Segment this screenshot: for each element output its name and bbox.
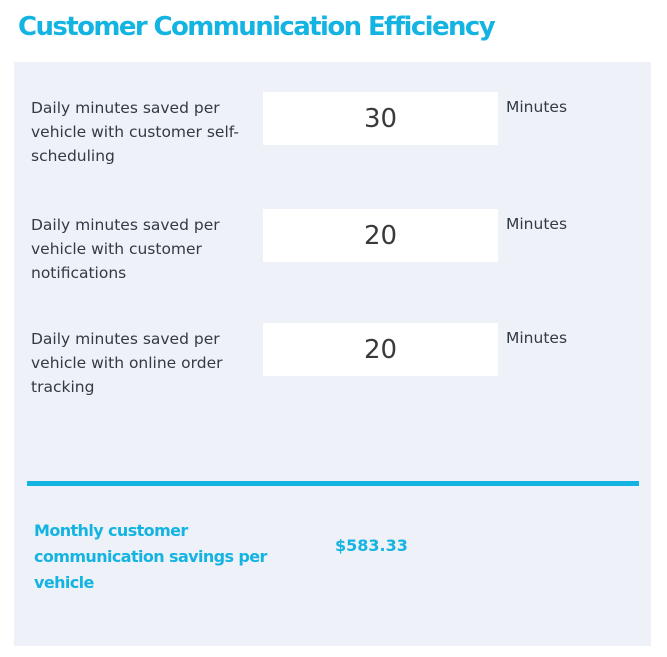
section-divider [27, 481, 639, 486]
order-tracking-unit: Minutes [506, 329, 568, 347]
notifications-label: Daily minutes saved per vehicle with cus… [31, 216, 220, 282]
page-title: Customer Communication Efficiency [18, 12, 496, 42]
order-tracking-label: Daily minutes saved per vehicle with onl… [31, 330, 223, 396]
monthly-savings-value: $583.33 [335, 536, 408, 555]
monthly-savings-label: Monthly customer communication savings p… [34, 521, 267, 592]
self-scheduling-label: Daily minutes saved per vehicle with cus… [31, 99, 239, 165]
calculator-panel: Daily minutes saved per vehicle with cus… [14, 62, 651, 646]
self-scheduling-unit: Minutes [506, 98, 568, 116]
notifications-minutes-input[interactable] [263, 209, 498, 262]
order-tracking-minutes-input[interactable] [263, 323, 498, 376]
notifications-unit: Minutes [506, 215, 568, 233]
self-scheduling-minutes-input[interactable] [263, 92, 498, 145]
